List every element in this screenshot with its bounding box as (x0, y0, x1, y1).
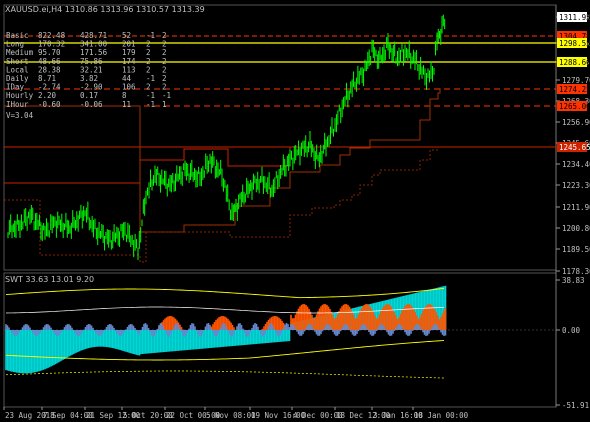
stats-cell: -0.06 (80, 100, 103, 109)
chart-window[interactable]: XAUUSD.ei,H4 1310.86 1313.96 1310.57 131… (0, 0, 590, 422)
time-axis-label: 18 Jan 00:00 (414, 411, 469, 420)
price-badge-label: 1288.60 (559, 58, 590, 67)
price-badge-label: 1298.55 (559, 39, 590, 48)
stats-cell: 11 (122, 100, 131, 109)
version-label: V=3.04 (6, 111, 34, 120)
time-axis-label: 5 Nov 08:00 (206, 411, 256, 420)
price-tick-label: 1234.40 (562, 160, 590, 169)
indicator-axis-label: -51.91 (562, 401, 589, 410)
stats-cell: -1 (146, 100, 155, 109)
price-badge-label: 1311.95 (559, 13, 590, 22)
price-tick-label: 1189.50 (562, 245, 590, 254)
price-badge-label: 1245.65 (559, 143, 590, 152)
price-tick-label: 1200.80 (562, 224, 590, 233)
price-tick-label: 1223.30 (562, 181, 590, 190)
price-tick-label: 1211.90 (562, 203, 590, 212)
stats-cell: -0.60 (38, 100, 61, 109)
price-tick-label: 1256.90 (562, 118, 590, 127)
price-tick-label: 1279.70 (562, 76, 590, 85)
stats-cell: IHour (6, 100, 29, 109)
stats-cell: 1 (162, 100, 167, 109)
symbol-info: XAUUSD.ei,H4 1310.86 1313.96 1310.57 131… (5, 5, 205, 14)
price-tick-label: 1178.30 (562, 267, 590, 276)
indicator-title: SWT 33.63 13.01 9.20 (5, 275, 94, 284)
price-badge-label: 1274.25 (559, 85, 590, 94)
indicator-axis-label: 38.83 (562, 276, 585, 285)
indicator-axis-label: 0.00 (562, 326, 581, 335)
price-badge-label: 1265.00 (559, 102, 590, 111)
